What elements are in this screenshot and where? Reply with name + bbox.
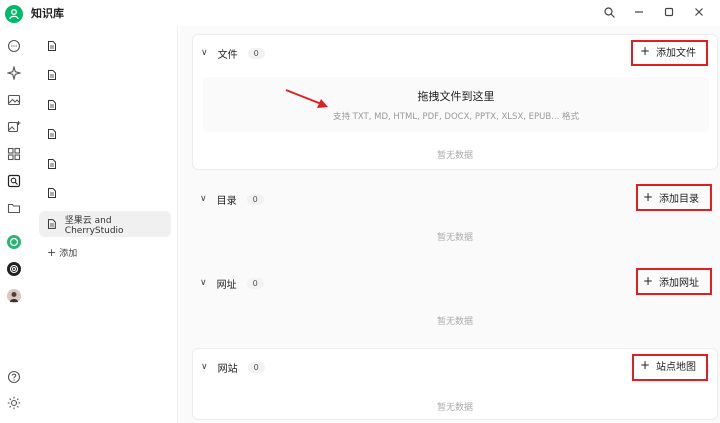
- document-icon: [48, 129, 56, 139]
- document-icon: [48, 100, 56, 110]
- knowledge-item-selected[interactable]: 坚果云 and CherryStudio: [39, 211, 171, 237]
- drop-zone-formats: 支持 TXT, MD, HTML, PDF, DOCX, PPTX, XLSX,…: [332, 112, 580, 122]
- directory-empty-text: 暂无数据: [436, 233, 473, 243]
- document-icon: [48, 41, 56, 51]
- knowledge-item[interactable]: [39, 33, 171, 59]
- files-section: ∨ 文件 0 + 添加文件 拖拽文件到这里 支持 TXT, MD, HTML, …: [192, 34, 718, 170]
- knowledge-item[interactable]: [39, 62, 171, 88]
- app-openai-icon[interactable]: [7, 235, 21, 249]
- add-knowledge-button[interactable]: + 添加: [47, 246, 77, 259]
- add-knowledge-label: 添加: [59, 249, 78, 259]
- close-button[interactable]: [684, 4, 714, 20]
- chat-icon[interactable]: [6, 38, 22, 54]
- chevron-down-icon: ∨: [201, 48, 208, 58]
- image-edit-icon[interactable]: [6, 119, 22, 135]
- document-icon: [48, 159, 56, 169]
- directory-count-badge: 0: [246, 193, 264, 205]
- sparkle-icon[interactable]: [6, 65, 22, 81]
- knowledge-item[interactable]: [39, 180, 171, 206]
- chevron-down-icon: ∨: [200, 194, 207, 204]
- site-section-header[interactable]: ∨ 网站 0: [201, 359, 265, 375]
- site-section: ∨ 网站 0 + 站点地图 暂无数据: [192, 348, 718, 420]
- knowledge-search-icon[interactable]: [6, 173, 22, 189]
- maximize-button[interactable]: [654, 4, 684, 20]
- drop-zone-title: 拖拽文件到这里: [417, 90, 495, 103]
- url-count-badge: 0: [246, 277, 264, 289]
- minimize-button[interactable]: [624, 4, 654, 20]
- knowledge-item[interactable]: [39, 151, 171, 177]
- icon-rail: [0, 26, 28, 423]
- app-avatar-icon[interactable]: [7, 289, 21, 303]
- knowledge-item[interactable]: [39, 92, 171, 118]
- title-bar: 知识库: [0, 0, 720, 26]
- chevron-down-icon: ∨: [200, 278, 207, 288]
- document-icon: [48, 70, 56, 80]
- knowledge-list: 坚果云 and CherryStudio + 添加: [33, 26, 178, 423]
- annotation-arrow-icon: [285, 89, 328, 108]
- document-icon: [48, 188, 56, 198]
- highlight-box: [631, 40, 708, 66]
- file-drop-zone[interactable]: 拖拽文件到这里 支持 TXT, MD, HTML, PDF, DOCX, PPT…: [203, 77, 709, 132]
- apps-grid-icon[interactable]: [6, 146, 22, 162]
- image-icon[interactable]: [6, 92, 22, 108]
- url-empty-text: 暂无数据: [436, 317, 473, 327]
- site-count-badge: 0: [247, 361, 265, 373]
- app-title: 知识库: [31, 7, 64, 20]
- chevron-down-icon: ∨: [201, 362, 208, 372]
- search-icon[interactable]: [594, 4, 624, 20]
- files-empty-text: 暂无数据: [436, 151, 473, 161]
- document-icon: [47, 219, 56, 229]
- url-section-title: 网址: [216, 279, 237, 291]
- app-chatgpt-icon[interactable]: [7, 262, 21, 276]
- url-section: ∨ 网址 0 + 添加网址 暂无数据: [192, 265, 718, 343]
- help-icon[interactable]: [6, 369, 22, 385]
- knowledge-item[interactable]: [39, 121, 171, 147]
- site-empty-text: 暂无数据: [436, 403, 473, 413]
- folder-icon[interactable]: [6, 200, 22, 216]
- site-section-title: 网站: [217, 363, 238, 375]
- highlight-box: [636, 184, 712, 211]
- highlight-box: [636, 268, 712, 295]
- main-panel: ∨ 文件 0 + 添加文件 拖拽文件到这里 支持 TXT, MD, HTML, …: [180, 26, 720, 423]
- user-avatar-icon[interactable]: [5, 5, 23, 23]
- files-section-title: 文件: [217, 49, 238, 61]
- directory-section: ∨ 目录 0 + 添加目录 暂无数据: [192, 181, 718, 259]
- files-count-badge: 0: [247, 47, 265, 59]
- directory-section-header[interactable]: ∨ 目录 0: [200, 191, 264, 207]
- knowledge-item-label: 坚果云 and CherryStudio: [64, 215, 124, 236]
- theme-sun-icon[interactable]: [6, 395, 22, 411]
- files-section-header[interactable]: ∨ 文件 0: [201, 45, 265, 61]
- plus-icon: +: [47, 246, 57, 259]
- url-section-header[interactable]: ∨ 网址 0: [200, 275, 264, 291]
- directory-section-title: 目录: [216, 195, 237, 207]
- highlight-box: [632, 354, 708, 381]
